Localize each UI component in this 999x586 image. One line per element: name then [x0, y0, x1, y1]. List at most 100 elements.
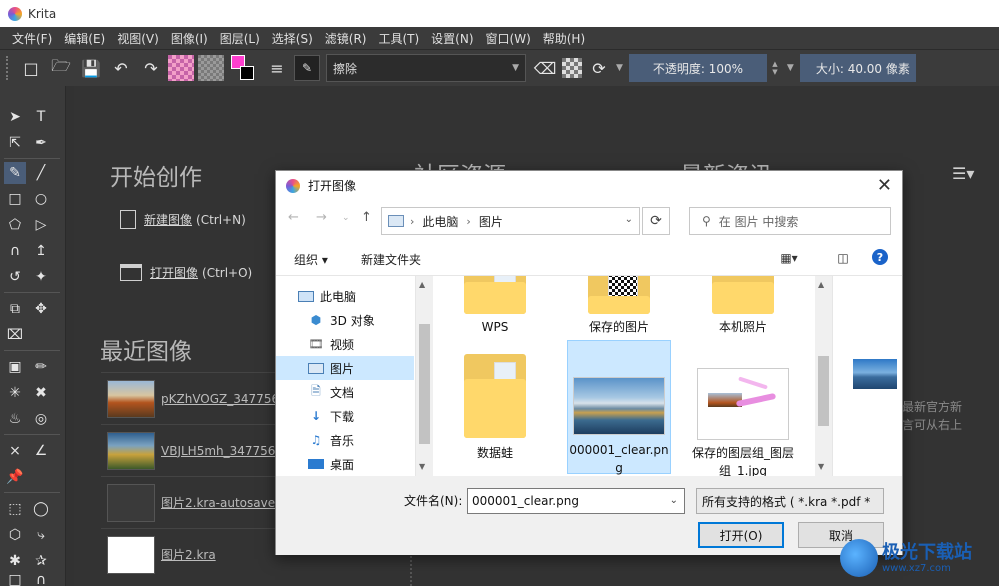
save-icon[interactable]: 💾 — [78, 55, 104, 81]
chevron-down-icon[interactable]: ⌄ — [670, 495, 678, 506]
filetype-select[interactable]: 所有支持的格式 ( *.kra *.pdf * — [696, 488, 884, 514]
rect-select-icon[interactable]: ⬚ — [4, 498, 26, 520]
scroll-down-icon[interactable]: ▼ — [818, 462, 824, 471]
text-tool-icon[interactable]: T — [30, 106, 52, 128]
recent-file-item[interactable]: pKZhVOGZ_347756... — [101, 372, 276, 424]
measure-tool-icon[interactable]: ∠ — [30, 440, 52, 462]
gradient-preset-swatch[interactable] — [168, 55, 194, 81]
fill-tool-icon[interactable]: ♨ — [4, 408, 26, 430]
reload-preset-icon[interactable]: ⟳ — [586, 55, 612, 81]
help-icon[interactable]: ? — [872, 249, 888, 265]
blend-mode-select[interactable]: 擦除 ▼ — [326, 54, 526, 82]
news-menu-icon[interactable]: ☰▾ — [952, 164, 974, 183]
bezier-tool-icon[interactable]: ∩ — [4, 240, 26, 262]
color-picker-icon[interactable]: ✏ — [30, 356, 52, 378]
line-tool-icon[interactable]: ╱ — [30, 162, 52, 184]
multibrush-icon[interactable]: ✦ — [30, 266, 52, 288]
smart-patch-icon[interactable]: ✳ — [4, 382, 26, 404]
bezier-select-icon[interactable]: □ — [4, 572, 26, 586]
up-arrow-icon[interactable]: ↑ — [361, 210, 372, 225]
similar-select-icon[interactable]: ✰ — [30, 550, 52, 572]
filename-input[interactable]: 000001_clear.png ⌄ — [467, 488, 685, 514]
brush-settings-icon[interactable]: ≡ — [264, 55, 290, 81]
nav-item-pictures[interactable]: 图片 — [276, 356, 414, 380]
scroll-up-icon[interactable]: ▲ — [818, 280, 824, 289]
file-scrollbar[interactable]: ▲ ▼ — [815, 276, 832, 476]
nav-item-desktop[interactable]: 桌面 — [276, 452, 414, 476]
address-bar[interactable]: › 此电脑 › 图片 ⌄ — [381, 207, 640, 235]
assistant-tool-icon[interactable]: ⨯ — [4, 440, 26, 462]
organize-button[interactable]: 组织 ▾ — [294, 251, 328, 268]
freehand-path-icon[interactable]: ↥ — [30, 240, 52, 262]
scroll-down-icon[interactable]: ▼ — [419, 462, 425, 471]
recent-file-item[interactable]: VBJLH5mh_3477564 — [101, 424, 276, 476]
nav-item-downloads[interactable]: ↓ 下载 — [276, 404, 414, 428]
freehand-brush-icon[interactable]: ✎ — [4, 162, 26, 184]
chevron-down-icon[interactable]: ⌄ — [342, 213, 350, 223]
toolbar-grip[interactable] — [6, 56, 10, 80]
alpha-lock-icon[interactable] — [562, 58, 582, 78]
recent-file-item[interactable]: 图片2.kra — [101, 528, 276, 580]
dynamic-brush-icon[interactable]: ↺ — [4, 266, 26, 288]
scroll-up-icon[interactable]: ▲ — [419, 280, 425, 289]
forward-arrow-icon[interactable]: → — [316, 210, 327, 225]
breadcrumb-this-pc[interactable]: 此电脑 — [422, 213, 458, 230]
preview-pane-icon[interactable]: ◫ — [832, 249, 854, 267]
transform-tool-icon[interactable]: ⧉ — [4, 298, 26, 320]
reference-tool-icon[interactable]: 📌 — [4, 466, 26, 488]
chevron-down-icon[interactable]: ⌄ — [625, 214, 633, 225]
menu-select[interactable]: 选择(S) — [266, 30, 319, 47]
nav-item-documents[interactable]: 🗎 文档 — [276, 380, 414, 404]
file-item-saved-pictures[interactable]: 保存的图片 — [567, 276, 671, 342]
menu-filter[interactable]: 滤镜(R) — [319, 30, 373, 47]
back-arrow-icon[interactable]: ← — [288, 210, 299, 225]
close-icon[interactable]: ✕ — [877, 175, 892, 196]
opacity-spin[interactable]: ▲ ▼ — [769, 54, 781, 82]
brush-preset-icon[interactable]: ✎ — [294, 55, 320, 81]
new-document-icon[interactable]: □ — [18, 55, 44, 81]
menu-image[interactable]: 图像(I) — [165, 30, 214, 47]
enclose-fill-icon[interactable]: ◎ — [30, 408, 52, 430]
calligraphy-icon[interactable]: ✒ — [30, 132, 52, 154]
menu-window[interactable]: 窗口(W) — [480, 30, 537, 47]
file-item-shujuwa[interactable]: 数据蛙 — [443, 346, 547, 466]
search-input[interactable]: ⚲ 在 图片 中搜索 — [689, 207, 891, 235]
contiguous-select-icon[interactable]: ✱ — [4, 550, 26, 572]
redo-icon[interactable]: ↷ — [138, 55, 164, 81]
new-folder-button[interactable]: 新建文件夹 — [361, 251, 421, 268]
open-button[interactable]: 打开(O) — [698, 522, 784, 548]
open-image-link[interactable]: 打开图像 (Ctrl+O) — [120, 264, 252, 281]
nav-scrollbar[interactable]: ▲ ▼ — [416, 276, 433, 476]
eraser-icon[interactable]: ⌫ — [532, 55, 558, 81]
undo-icon[interactable]: ↶ — [108, 55, 134, 81]
move-tool-icon[interactable]: ✥ — [30, 298, 52, 320]
polyline-tool-icon[interactable]: ▷ — [30, 214, 52, 236]
recent-file-item[interactable]: 图片2.kra-autosave... — [101, 476, 276, 528]
file-item-layer-group-jpg[interactable]: 保存的图层组_图层组_1.jpg — [691, 346, 795, 476]
scroll-thumb[interactable] — [419, 324, 430, 444]
magnetic-select-icon[interactable]: ∩ — [30, 572, 52, 586]
chevron-down-icon[interactable]: ▼ — [616, 63, 623, 73]
nav-item-3d-objects[interactable]: ⬢ 3D 对象 — [276, 308, 414, 332]
file-item-camera-roll[interactable]: 本机照片 — [691, 276, 795, 342]
rectangle-tool-icon[interactable]: □ — [4, 188, 26, 210]
freehand-select-icon[interactable]: ⤷ — [30, 524, 52, 546]
pattern-preset-swatch[interactable] — [198, 55, 224, 81]
file-item-wps[interactable]: WPS — [443, 276, 547, 342]
brush-size-slider[interactable]: 大小: 40.00 像素 — [799, 54, 916, 82]
nav-item-videos[interactable]: 🎞 视频 — [276, 332, 414, 356]
breadcrumb-pictures[interactable]: 图片 — [479, 213, 503, 230]
opacity-slider[interactable]: 不透明度: 100% — [628, 54, 767, 82]
colorize-mask-icon[interactable]: ✖ — [30, 382, 52, 404]
edit-shapes-icon[interactable]: ⇱ — [4, 132, 26, 154]
scroll-thumb[interactable] — [818, 356, 829, 426]
fg-bg-color-selector[interactable] — [230, 54, 258, 82]
menu-file[interactable]: 文件(F) — [6, 30, 58, 47]
menu-tools[interactable]: 工具(T) — [372, 30, 425, 47]
refresh-icon[interactable]: ⟳ — [642, 207, 670, 235]
menu-edit[interactable]: 编辑(E) — [58, 30, 111, 47]
nav-item-this-pc[interactable]: 此电脑 — [276, 284, 414, 308]
polygon-tool-icon[interactable]: ⬠ — [4, 214, 26, 236]
chevron-down-icon[interactable]: ▼ — [787, 63, 794, 73]
polygon-select-icon[interactable]: ⬡ — [4, 524, 26, 546]
